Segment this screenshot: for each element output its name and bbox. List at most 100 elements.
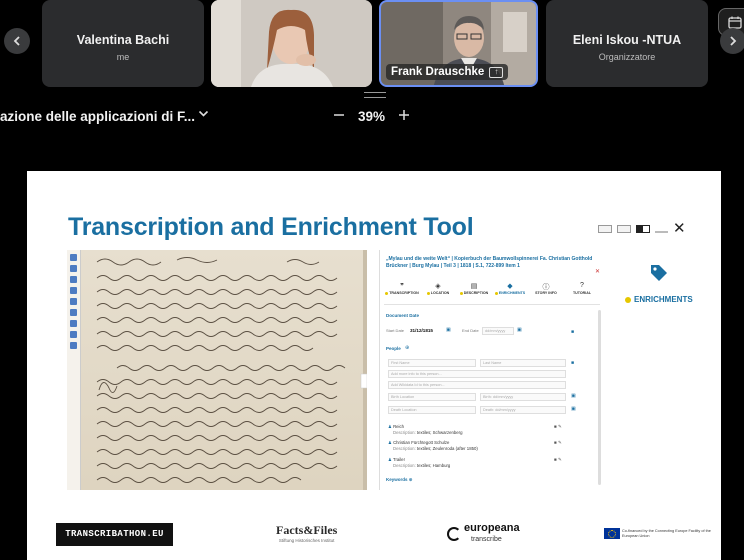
death-location-input[interactable]: Death Location — [388, 406, 476, 414]
death-date-input[interactable]: Death: dd/mm/yyyy — [480, 406, 566, 414]
calendar-icon — [728, 16, 742, 29]
zoom-out-button[interactable] — [333, 105, 345, 126]
delete-person-icon[interactable]: ■ ✎ — [554, 424, 562, 430]
tab-label: TUTORIAL — [572, 291, 592, 295]
end-date-label: End Date — [462, 328, 479, 333]
person-description: textiles; Zeulenroda (after 1850) — [416, 446, 478, 451]
add-keyword-icon[interactable]: ⊕ — [409, 477, 413, 482]
window-select-dropdown[interactable] — [198, 108, 209, 122]
save-person-icon[interactable]: ■ — [571, 360, 574, 366]
minus-icon — [334, 114, 344, 116]
person-description-label: Description: — [393, 430, 416, 435]
participant-name: Eleni Iskou -NTUA — [572, 33, 682, 47]
fullscreen-tool-icon[interactable] — [70, 287, 77, 294]
tab-location[interactable]: ◈ LOCATION — [420, 282, 456, 295]
view-mode-controls: ✕ — [598, 221, 686, 236]
previous-participants-button[interactable] — [4, 28, 30, 54]
europeana-subtitle: transcribe — [471, 536, 502, 543]
delete-person-icon[interactable]: ■ ✎ — [554, 457, 562, 463]
delete-person-icon[interactable]: ■ ✎ — [554, 440, 562, 446]
brightness-tool-icon[interactable] — [70, 320, 77, 327]
first-name-input[interactable]: First Name — [388, 359, 476, 367]
panel-scrollbar[interactable] — [598, 310, 601, 485]
document-title: „Mylau und die weite Welt“ | Kopierbuch … — [386, 256, 593, 269]
person-description: textiles; Hamburg — [416, 463, 451, 468]
tab-divider — [384, 304, 600, 305]
shared-window-title[interactable]: azione delle applicazioni di F... — [0, 109, 195, 124]
cef-logo: Co-financed by the Connecting Europe Fac… — [604, 528, 721, 539]
location-icon: ◈ — [435, 283, 441, 290]
start-date-value[interactable]: 31/12/1815 — [410, 328, 433, 333]
strip-resize-handle[interactable] — [364, 92, 386, 98]
flip-tool-icon[interactable] — [70, 342, 77, 349]
minimize-icon[interactable] — [655, 231, 668, 233]
calendar-icon[interactable]: ▣ — [571, 393, 576, 399]
participant-role: me — [116, 52, 130, 62]
plus-icon — [399, 110, 409, 120]
view-vertical-icon[interactable] — [636, 225, 650, 233]
rotate-right-tool-icon[interactable] — [70, 309, 77, 316]
calendar-icon[interactable]: ▣ — [517, 327, 522, 333]
person-description: textiles; Schwarzenberg — [416, 430, 463, 435]
person-name: Christian Fürchtegott Schulze — [393, 440, 450, 445]
tag-icon — [651, 265, 667, 281]
chevron-left-icon — [13, 36, 20, 46]
last-name-input[interactable]: Last Name — [480, 359, 566, 367]
zoom-out-tool-icon[interactable] — [70, 265, 77, 272]
tab-label: STORY INFO — [535, 291, 557, 295]
participant-tile-video[interactable] — [211, 0, 372, 87]
participant-tile-eleni[interactable]: Eleni Iskou -NTUA Organizzatore — [546, 0, 708, 87]
birth-date-input[interactable]: Birth: dd/mm/yyyy — [480, 393, 566, 401]
tab-tutorial[interactable]: ? TUTORIAL — [564, 282, 600, 295]
person-description-label: Description: — [393, 446, 416, 451]
close-icon[interactable]: ✕ — [595, 268, 600, 275]
view-split-icon[interactable] — [598, 225, 612, 233]
home-tool-icon[interactable] — [70, 276, 77, 283]
facts-files-subtitle: Stiftung Historisches Institut — [278, 538, 335, 543]
calendar-icon[interactable]: ▣ — [571, 406, 576, 412]
next-participants-button[interactable] — [720, 28, 744, 54]
tab-story-info[interactable]: ⓘ STORY INFO — [528, 282, 564, 295]
enrichment-panel: „Mylau und die weite Welt“ | Kopierbuch … — [379, 250, 602, 490]
tab-enrichments[interactable]: ◆ ENRICHMENTS — [492, 282, 528, 295]
zoom-level: 39% — [358, 109, 386, 124]
zoom-in-button[interactable] — [398, 105, 410, 126]
screen-share-icon: ↑ — [489, 66, 504, 78]
wikidata-input[interactable]: Add Wikidata Id to this person... — [388, 381, 566, 389]
zoom-in-tool-icon[interactable] — [70, 254, 77, 261]
participant-video — [211, 0, 372, 87]
tab-label: ENRICHMENTS — [498, 291, 526, 295]
end-date-input[interactable]: dd/mm/yyyy — [482, 327, 514, 335]
person-name: Trailer — [392, 457, 406, 462]
close-icon[interactable]: ✕ — [673, 221, 686, 236]
person-info-input[interactable]: Add more info to this person... — [388, 370, 566, 378]
calendar-icon[interactable]: ▣ — [446, 327, 451, 333]
save-date-icon[interactable]: ■ — [571, 329, 574, 335]
status-dot — [494, 291, 498, 295]
participant-tile-valentina[interactable]: Valentina Bachi me — [42, 0, 204, 87]
view-horizontal-icon[interactable] — [617, 225, 631, 233]
participant-name-chip: Frank Drauschke ↑ — [386, 64, 509, 80]
europeana-logo: europeana transcribe — [447, 523, 520, 545]
participant-name: Frank Drauschke — [391, 66, 485, 78]
keywords-heading[interactable]: Keywords ⊕ — [386, 477, 413, 483]
tab-transcription[interactable]: ❞ TRANSCRIPTION — [384, 282, 420, 295]
info-icon: ⓘ — [542, 284, 550, 291]
chevron-right-icon — [730, 36, 737, 46]
rotate-left-tool-icon[interactable] — [70, 298, 77, 305]
birth-location-input[interactable]: Birth Location — [388, 393, 476, 401]
contrast-tool-icon[interactable] — [70, 331, 77, 338]
eu-flag-icon — [604, 528, 620, 539]
manuscript-image — [67, 250, 367, 490]
tab-description[interactable]: ▤ DESCRIPTION — [456, 282, 492, 295]
person-entry: ♟ Reich Description: textiles; Schwarzen… — [388, 424, 463, 435]
shared-screen: Transcription and Enrichment Tool ✕ „Myl… — [27, 171, 721, 560]
add-person-icon[interactable]: ⊕ — [405, 345, 409, 351]
status-dot — [426, 291, 430, 295]
handwriting-scan — [96, 250, 367, 490]
tab-label: LOCATION — [430, 291, 450, 295]
participant-tile-frank[interactable]: Frank Drauschke ↑ — [379, 0, 538, 87]
chevron-down-icon — [198, 110, 209, 117]
status-dot — [385, 291, 389, 295]
tab-label: TRANSCRIPTION — [389, 291, 419, 295]
